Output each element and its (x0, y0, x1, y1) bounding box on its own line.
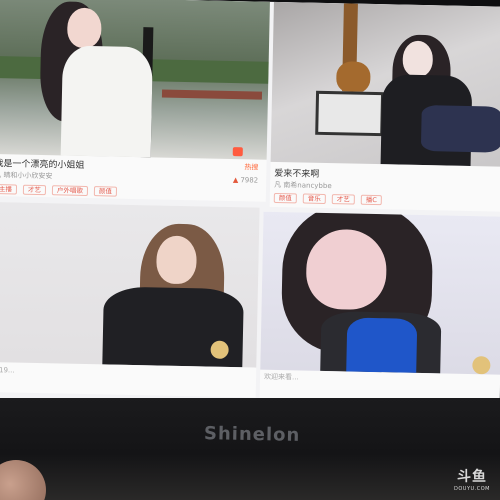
stream-card-4[interactable]: 欢迎来看... (259, 211, 500, 407)
tag-list: 颜值 音乐 才艺 播C (273, 192, 382, 206)
tag[interactable]: 才艺 (331, 194, 355, 205)
stream-card-2[interactable]: 爱来不来啊 凡 南希nancybbe 颜值 音乐 才艺 播C (269, 1, 500, 212)
anchor-name[interactable]: 凡 晴和小小欣安安 (0, 170, 53, 181)
tag[interactable]: 才艺 (22, 184, 47, 196)
anchor-name[interactable]: 凡 南希nancybbe (274, 180, 332, 191)
stream-title[interactable]: 我是一个漂亮的小姐姐 (0, 156, 85, 171)
stream-thumbnail-2[interactable] (270, 1, 500, 167)
stream-thumbnail-3[interactable] (0, 201, 260, 368)
laptop-bezel (0, 398, 500, 500)
stream-title[interactable]: 2019... (0, 366, 15, 375)
avatar-badge-icon (472, 356, 491, 375)
stream-card-3[interactable]: 2019... (0, 201, 260, 398)
stream-title[interactable]: 爱来不来啊 (274, 166, 319, 180)
tag-list: 主播 才艺 户外唱歌 颜值 (0, 184, 118, 197)
browser-screen: 我是一个漂亮的小姐姐 热搜 凡 晴和小小欣安安 ▲ 7982 主播 才艺 户外唱歌… (0, 0, 500, 419)
stream-thumbnail-1[interactable] (0, 0, 270, 160)
watermark-sub: DOUYU.COM (454, 486, 490, 492)
hot-badge: 热搜 (244, 163, 259, 172)
stream-title[interactable]: 欢迎来看... (264, 372, 299, 383)
brand-logo: Shinelon (203, 423, 301, 446)
stream-card-1[interactable]: 我是一个漂亮的小姐姐 热搜 凡 晴和小小欣安安 ▲ 7982 主播 才艺 户外唱歌… (0, 0, 270, 202)
fire-icon: ▲ (232, 176, 239, 185)
viewer-count: ▲ 7982 (232, 176, 259, 185)
tag[interactable]: 音乐 (302, 193, 326, 204)
tag[interactable]: 播C (360, 194, 382, 206)
site-watermark: 斗鱼 DOUYU.COM (454, 466, 490, 492)
tag[interactable]: 颜值 (273, 192, 297, 204)
watermark-main: 斗鱼 (457, 469, 487, 485)
tag[interactable]: 户外唱歌 (51, 185, 89, 197)
tag[interactable]: 颜值 (93, 186, 118, 197)
stream-thumbnail-4[interactable] (260, 211, 500, 375)
live-indicator-icon (232, 147, 243, 157)
tag[interactable]: 主播 (0, 184, 18, 195)
